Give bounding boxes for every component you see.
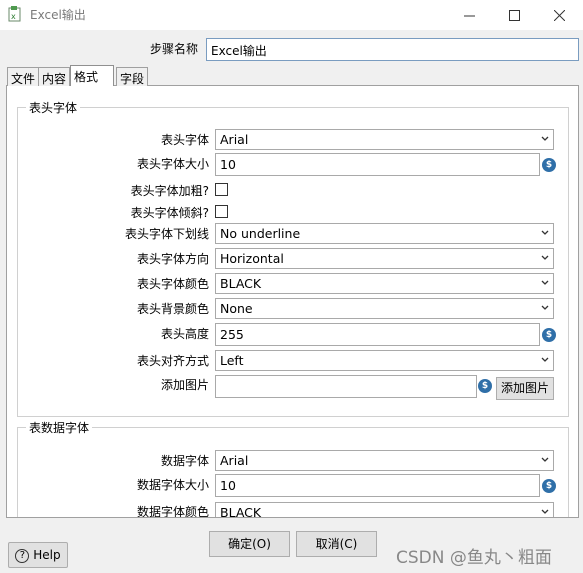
- svg-text:x: x: [11, 12, 16, 21]
- add-image-button[interactable]: 添加图片: [496, 377, 554, 400]
- header-size-input[interactable]: 10: [215, 153, 540, 176]
- close-button[interactable]: [537, 0, 582, 30]
- data-font-group-title: 表数据字体: [26, 419, 93, 436]
- header-height-input[interactable]: 255: [215, 323, 540, 346]
- header-italic-checkbox[interactable]: [215, 205, 228, 218]
- format-panel: 表头字体 表头字体 Arial 表头字体大小 10 $ 表头字体加粗? 表头字体…: [6, 86, 579, 518]
- header-align-select[interactable]: Left: [215, 350, 554, 371]
- variable-icon[interactable]: $: [542, 328, 556, 342]
- tab-format[interactable]: 格式: [70, 65, 114, 87]
- header-underline-select[interactable]: No underline: [215, 223, 554, 244]
- data-color-label: 数据字体颜色: [136, 505, 209, 518]
- data-font-value: Arial: [220, 453, 249, 468]
- chevron-down-icon: [541, 280, 549, 285]
- header-font-value: Arial: [220, 132, 249, 147]
- header-align-value: Left: [220, 353, 244, 368]
- data-font-select[interactable]: Arial: [215, 450, 554, 471]
- minimize-button[interactable]: [447, 0, 492, 30]
- header-italic-label: 表头字体倾斜?: [130, 206, 209, 220]
- minimize-icon: [464, 15, 475, 16]
- header-align-label: 表头对齐方式: [136, 354, 209, 368]
- title-bar: x Excel输出: [0, 0, 583, 30]
- watermark: CSDN @鱼丸丶粗面: [396, 548, 552, 568]
- header-direction-value: Horizontal: [220, 251, 284, 266]
- data-color-select[interactable]: BLACK: [215, 502, 554, 518]
- chevron-down-icon: [541, 230, 549, 235]
- maximize-icon: [509, 9, 520, 21]
- close-icon: [554, 9, 565, 21]
- header-bold-checkbox[interactable]: [215, 183, 228, 196]
- header-font-label: 表头字体: [160, 133, 209, 147]
- chevron-down-icon: [541, 457, 549, 462]
- header-underline-label: 表头字体下划线: [124, 227, 209, 241]
- header-color-label: 表头字体颜色: [136, 277, 209, 291]
- data-size-input[interactable]: 10: [215, 474, 540, 497]
- step-name-input[interactable]: Excel输出: [206, 38, 579, 61]
- header-direction-select[interactable]: Horizontal: [215, 248, 554, 269]
- data-size-label: 数据字体大小: [136, 478, 209, 492]
- chevron-down-icon: [541, 136, 549, 141]
- data-color-value: BLACK: [220, 505, 262, 518]
- chevron-down-icon: [541, 305, 549, 310]
- help-icon: ?: [15, 548, 30, 563]
- tab-content[interactable]: 内容: [38, 67, 71, 86]
- chevron-down-icon: [541, 357, 549, 362]
- ok-button[interactable]: 确定(O): [209, 531, 290, 557]
- header-bold-label: 表头字体加粗?: [130, 184, 209, 198]
- variable-icon[interactable]: $: [542, 158, 556, 172]
- header-height-label: 表头高度: [160, 327, 209, 341]
- header-bg-value: None: [220, 301, 253, 316]
- header-bg-label: 表头背景颜色: [136, 302, 209, 316]
- header-color-select[interactable]: BLACK: [215, 273, 554, 294]
- app-icon: x: [8, 6, 21, 22]
- window-title: Excel输出: [30, 8, 86, 22]
- help-label: Help: [33, 548, 61, 562]
- header-size-label: 表头字体大小: [136, 157, 209, 171]
- header-direction-label: 表头字体方向: [136, 252, 209, 266]
- header-image-input[interactable]: [215, 375, 477, 398]
- chevron-down-icon: [541, 509, 549, 514]
- maximize-button[interactable]: [492, 0, 537, 30]
- header-font-group-title: 表头字体: [26, 99, 81, 116]
- chevron-down-icon: [541, 255, 549, 260]
- header-underline-value: No underline: [220, 226, 301, 241]
- data-font-label: 数据字体: [160, 454, 209, 468]
- tab-fields[interactable]: 字段: [116, 67, 149, 86]
- header-font-select[interactable]: Arial: [215, 129, 554, 150]
- header-color-value: BLACK: [220, 276, 262, 291]
- header-bg-select[interactable]: None: [215, 298, 554, 319]
- header-image-label: 添加图片: [160, 378, 209, 392]
- variable-icon[interactable]: $: [478, 379, 492, 393]
- tab-file[interactable]: 文件: [7, 67, 40, 86]
- cancel-button[interactable]: 取消(C): [296, 531, 377, 557]
- help-button[interactable]: ? Help: [8, 542, 68, 568]
- variable-icon[interactable]: $: [542, 479, 556, 493]
- step-name-label: 步骤名称: [150, 42, 199, 56]
